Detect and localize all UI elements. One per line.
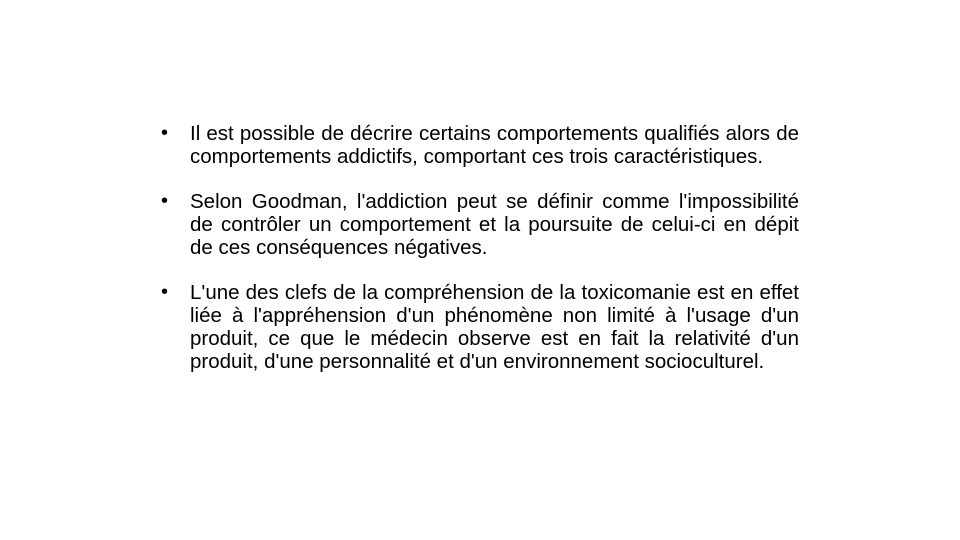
bullet-text-3: L'une des clefs de la compréhension de l… bbox=[190, 281, 799, 373]
bullet-text-1: Il est possible de décrire certains comp… bbox=[190, 122, 799, 168]
bullet-marker: • bbox=[161, 190, 169, 212]
bullet-text-2: Selon Goodman, l'addiction peut se défin… bbox=[190, 190, 799, 259]
bullet-marker: • bbox=[161, 281, 169, 303]
bullet-item-3: • L'une des clefs de la compréhension de… bbox=[161, 281, 799, 373]
slide: • Il est possible de décrire certains co… bbox=[0, 0, 960, 540]
bullet-item-2: • Selon Goodman, l'addiction peut se déf… bbox=[161, 190, 799, 259]
bullet-list: • Il est possible de décrire certains co… bbox=[161, 122, 799, 373]
bullet-item-1: • Il est possible de décrire certains co… bbox=[161, 122, 799, 168]
bullet-marker: • bbox=[161, 122, 169, 144]
